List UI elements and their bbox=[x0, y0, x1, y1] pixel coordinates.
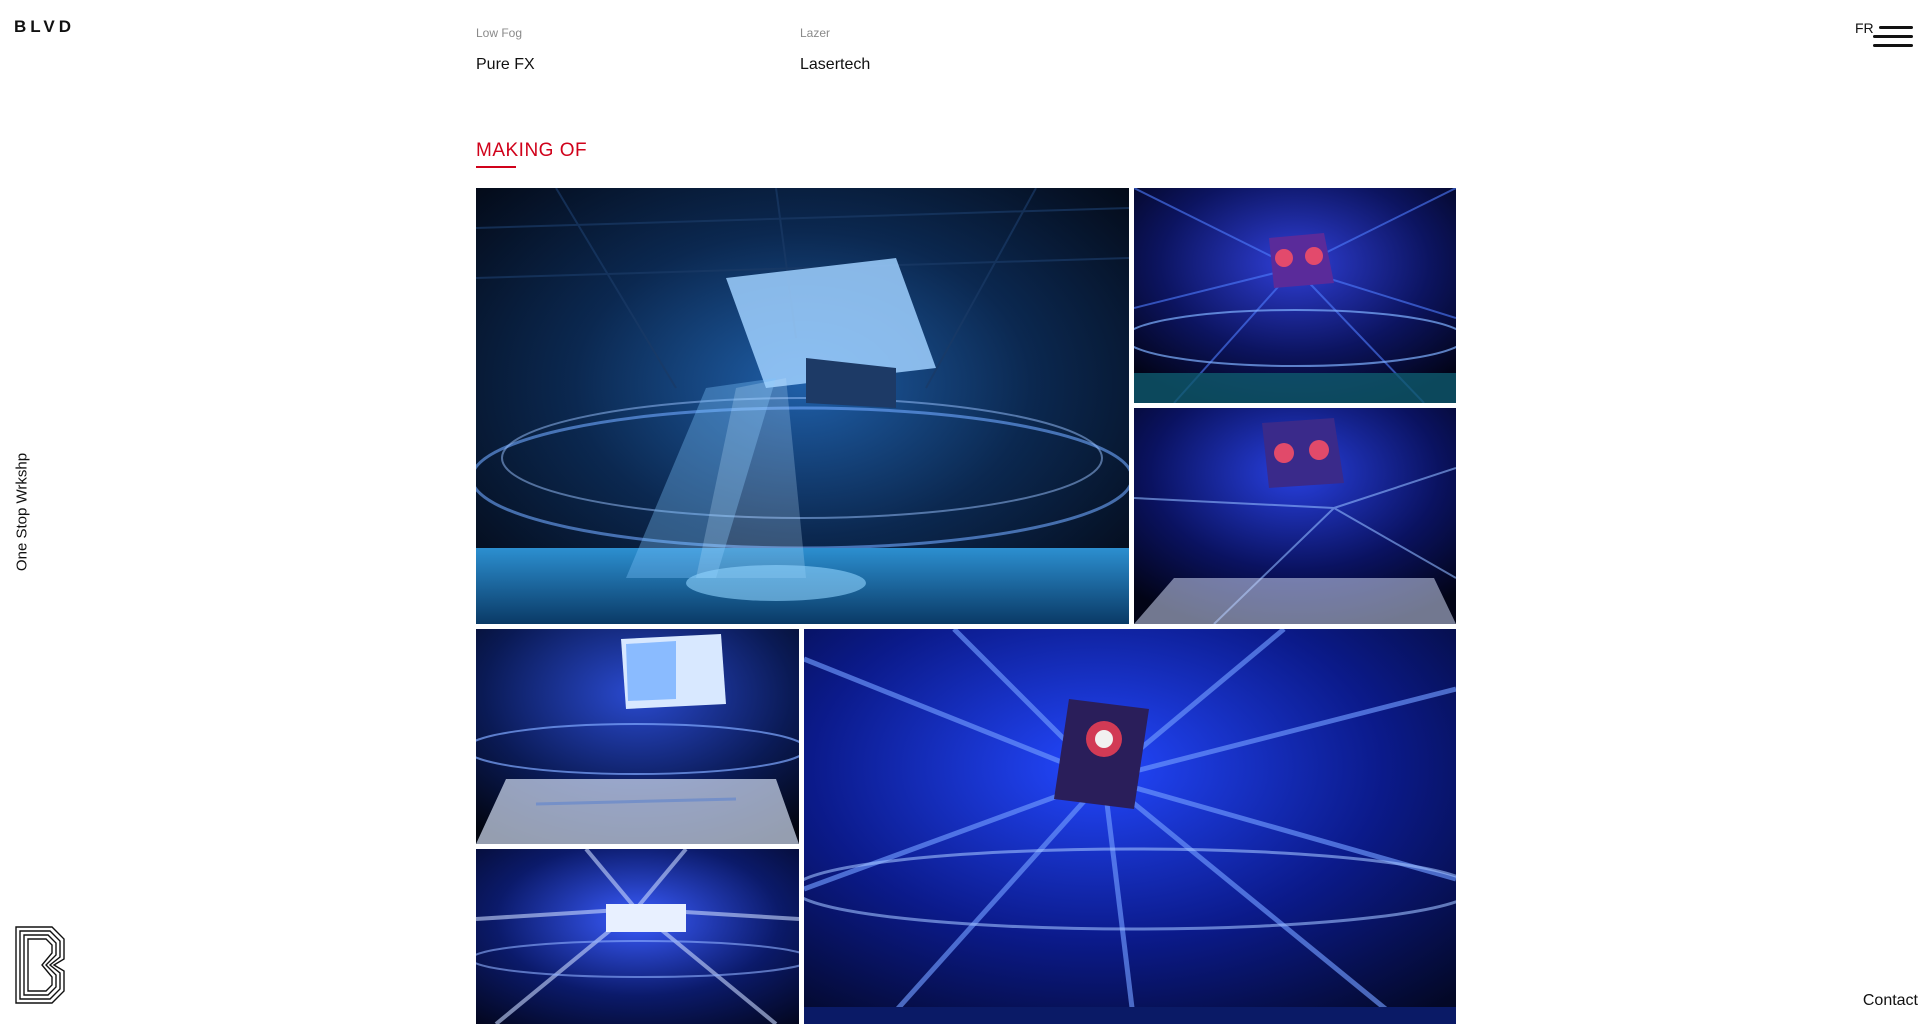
hamburger-menu-icon[interactable] bbox=[1873, 26, 1913, 48]
brand-logo[interactable]: BLVD bbox=[14, 17, 75, 37]
section-title-making-of: MAKING OF bbox=[476, 140, 588, 161]
section-title-underline bbox=[476, 166, 516, 168]
language-toggle[interactable]: FR bbox=[1855, 20, 1874, 36]
credit-lazer: Lazer Lasertech bbox=[800, 26, 870, 74]
credit-name: Pure FX bbox=[476, 56, 535, 73]
gallery-photo-4[interactable] bbox=[476, 629, 799, 844]
contact-link[interactable]: Contact bbox=[1863, 992, 1918, 1010]
credit-name: Lasertech bbox=[800, 56, 871, 73]
credit-role: Low Fog bbox=[476, 26, 523, 40]
side-tagline: One Stop Wrkshp bbox=[13, 452, 31, 572]
gallery-photo-3[interactable] bbox=[1134, 408, 1456, 624]
gallery-photo-6[interactable] bbox=[476, 849, 799, 1024]
credit-low-fog: Low Fog Pure FX bbox=[476, 26, 535, 74]
gallery-photo-2[interactable] bbox=[1134, 188, 1456, 403]
blvd-monogram-icon[interactable] bbox=[14, 925, 66, 1005]
gallery-photo-5[interactable] bbox=[804, 629, 1456, 1024]
gallery-photo-1[interactable] bbox=[476, 188, 1129, 624]
credit-role: Lazer bbox=[800, 26, 831, 40]
